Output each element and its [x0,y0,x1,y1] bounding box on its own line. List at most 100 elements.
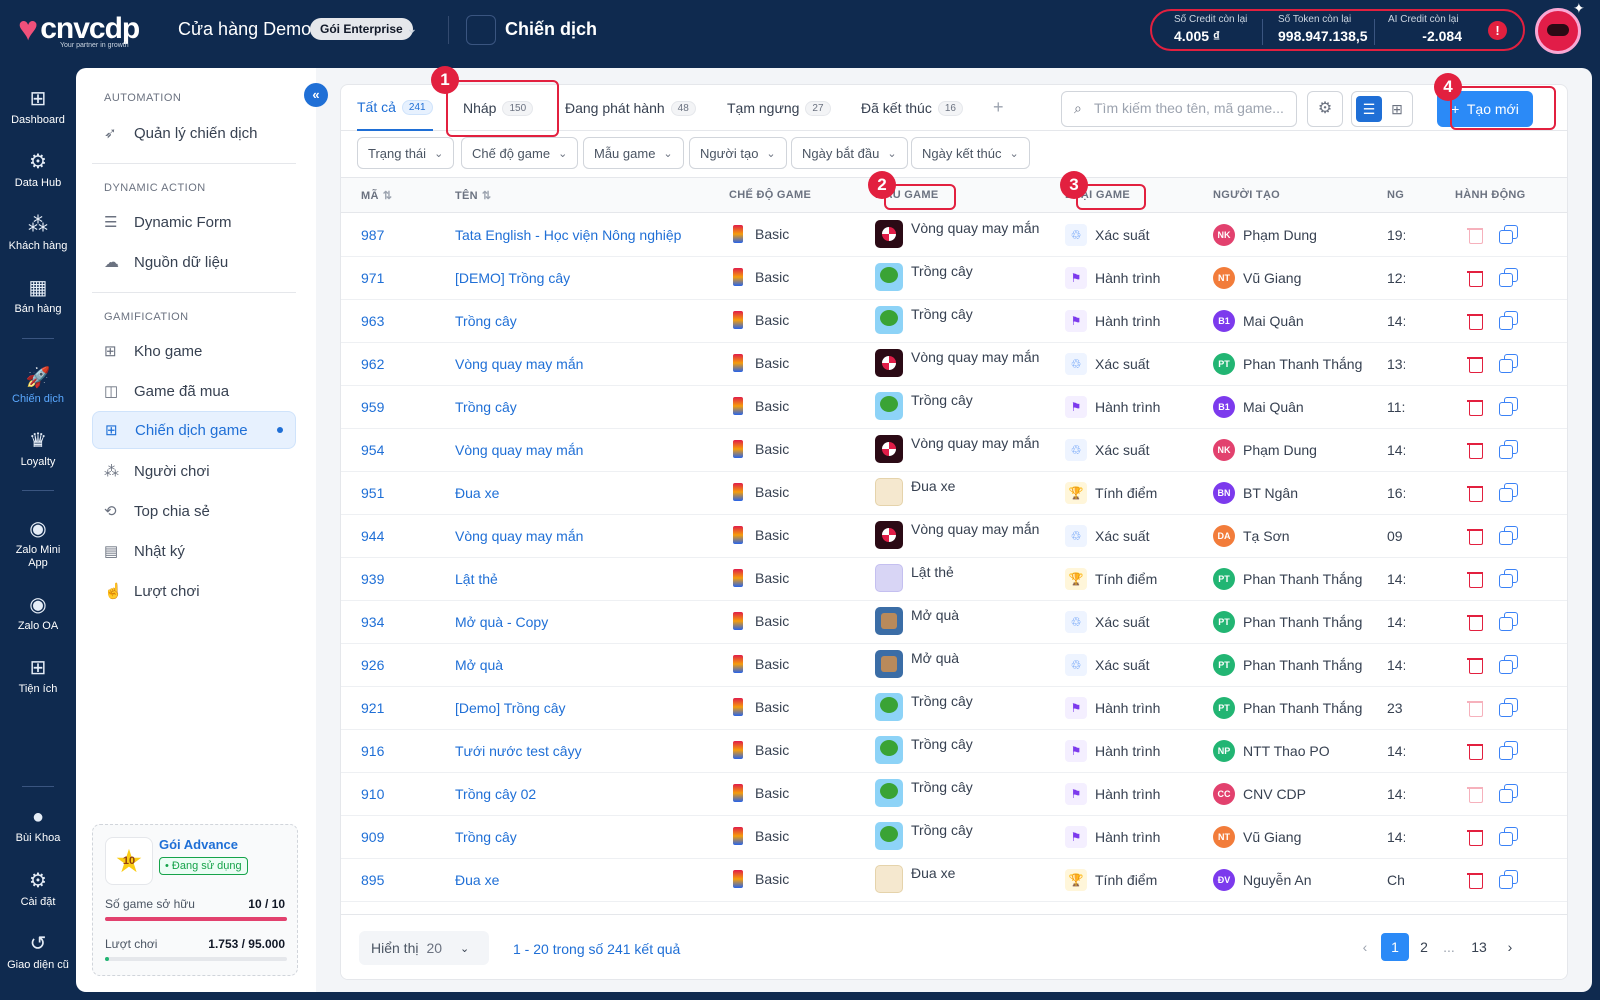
table-row[interactable]: 951 Đua xe Basic Đua xe 🏆 Tính điểm BN BT … [341,472,1567,515]
campaign-code[interactable]: 939 [361,571,384,587]
tab-published[interactable]: Đang phát hành 48 [565,85,696,131]
trash-icon[interactable] [1467,569,1485,589]
sidebar-item-game-campaigns[interactable]: ⊞ Chiến dịch game [92,411,296,449]
campaign-name-link[interactable]: Trồng cây [455,399,517,415]
trash-icon[interactable] [1467,741,1485,761]
sidebar-item-top-share[interactable]: ⟲ Top chia sẻ [92,492,296,530]
copy-icon[interactable] [1499,784,1519,804]
add-tab-icon[interactable]: + [993,97,1004,118]
campaign-name-link[interactable]: Tưới nước test câyy [455,743,582,759]
trash-icon[interactable] [1467,397,1485,417]
table-row[interactable]: 909 Trồng cây Basic Trồng cây ⚑ Hành trìn… [341,816,1567,859]
sidebar-item-data-source[interactable]: ☁ Nguồn dữ liệu [92,243,296,281]
trash-icon[interactable] [1467,268,1485,288]
info-icon[interactable]: ! [1488,21,1507,40]
tab-paused[interactable]: Tạm ngưng 27 [727,85,831,131]
campaign-name-link[interactable]: Mở quà - Copy [455,614,548,630]
campaign-name-link[interactable]: Đua xe [455,485,499,501]
nav-campaign[interactable]: 🚀 Chiến dịch [0,367,76,405]
col-name[interactable]: TÊN ⇅ [455,189,491,202]
trash-icon[interactable] [1467,483,1485,503]
trash-icon[interactable] [1467,311,1485,331]
campaign-name-link[interactable]: Trồng cây 02 [455,786,536,802]
next-page-icon[interactable]: › [1496,933,1524,961]
nav-utilities[interactable]: ⊞ Tiện ích [0,657,76,695]
grid-view-icon[interactable]: ⊞ [1384,96,1410,122]
nav-settings[interactable]: ⚙ Cài đặt [0,870,76,908]
campaign-code[interactable]: 971 [361,270,384,286]
campaign-code[interactable]: 954 [361,442,384,458]
trash-icon[interactable] [1467,612,1485,632]
nav-loyalty[interactable]: ♛ Loyalty [0,430,76,468]
copy-icon[interactable] [1499,225,1519,245]
sidebar-item-purchased-games[interactable]: ◫ Game đã mua [92,372,296,410]
table-row[interactable]: 934 Mở quà - Copy Basic Mở quà ♲ Xác suất… [341,601,1567,644]
table-row[interactable]: 971 [DEMO] Trồng cây Basic Trồng cây ⚑ Hà… [341,257,1567,300]
sidebar-item-players[interactable]: ⁂ Người chơi [92,452,296,490]
table-row[interactable]: 959 Trồng cây Basic Trồng cây ⚑ Hành trìn… [341,386,1567,429]
brand-logo[interactable]: ♥ cnvcdp Your partner in growth [18,12,140,49]
table-row[interactable]: 926 Mở quà Basic Mở quà ♲ Xác suất PT Phan… [341,644,1567,687]
copy-icon[interactable] [1499,440,1519,460]
nav-customers[interactable]: ⁂ Khách hàng [0,214,76,252]
copy-icon[interactable] [1499,741,1519,761]
copy-icon[interactable] [1499,870,1519,890]
campaign-code[interactable]: 921 [361,700,384,716]
package-name[interactable]: Gói Advance [159,837,238,852]
sidebar-item-campaign-management[interactable]: ➶ Quản lý chiến dịch [92,114,296,152]
campaign-code[interactable]: 909 [361,829,384,845]
prev-page-icon[interactable]: ‹ [1351,933,1379,961]
filter-template[interactable]: Mẫu game ⌄ [583,137,684,169]
sidebar-item-dynamic-form[interactable]: ☰ Dynamic Form [92,203,296,241]
page-button[interactable]: 13 [1465,933,1493,961]
campaign-code[interactable]: 951 [361,485,384,501]
table-row[interactable]: 962 Vòng quay may mắn Basic Vòng quay ma… [341,343,1567,386]
campaign-code[interactable]: 895 [361,872,384,888]
nav-zalo-oa[interactable]: ◉ Zalo OA [0,594,76,632]
trash-icon[interactable] [1467,698,1485,718]
page-button[interactable]: 1 [1381,933,1409,961]
table-row[interactable]: 910 Trồng cây 02 Basic Trồng cây ⚑ Hành t… [341,773,1567,816]
page-size-select[interactable]: Hiển thị 20 ⌄ [359,931,489,965]
campaign-name-link[interactable]: Trồng cây [455,313,517,329]
campaign-name-link[interactable]: Tata English - Học viện Nông nghiệp [455,227,681,243]
copy-icon[interactable] [1499,311,1519,331]
page-button[interactable]: 2 [1410,933,1438,961]
table-row[interactable]: 944 Vòng quay may mắn Basic Vòng quay ma… [341,515,1567,558]
tab-ended[interactable]: Đã kết thúc 16 [861,85,963,131]
trash-icon[interactable] [1467,870,1485,890]
sidebar-item-game-store[interactable]: ⊞ Kho game [92,332,296,370]
filter-status[interactable]: Trạng thái ⌄ [357,137,455,169]
table-settings-button[interactable]: ⚙ [1307,91,1343,127]
copy-icon[interactable] [1499,827,1519,847]
campaign-code[interactable]: 916 [361,743,384,759]
table-row[interactable]: 963 Trồng cây Basic Trồng cây ⚑ Hành trìn… [341,300,1567,343]
copy-icon[interactable] [1499,526,1519,546]
table-row[interactable]: 939 Lật thẻ Basic Lật thẻ 🏆 Tính điểm PT P… [341,558,1567,601]
campaign-name-link[interactable]: Trồng cây [455,829,517,845]
campaign-code[interactable]: 926 [361,657,384,673]
col-code[interactable]: MÃ ⇅ [361,189,392,202]
sidebar-item-log[interactable]: ▤ Nhật ký [92,532,296,570]
table-row[interactable]: 921 [Demo] Trồng cây Basic Trồng cây ⚑ Hà… [341,687,1567,730]
campaign-code[interactable]: 944 [361,528,384,544]
trash-icon[interactable] [1467,225,1485,245]
copy-icon[interactable] [1499,268,1519,288]
collapse-sidebar-button[interactable]: « [304,83,328,107]
table-row[interactable]: 987 Tata English - Học viện Nông nghiệp … [341,214,1567,257]
filter-start-date[interactable]: Ngày bắt đầu ⌄ [791,137,908,169]
campaign-name-link[interactable]: Vòng quay may mắn [455,442,583,458]
campaign-name-link[interactable]: Vòng quay may mắn [455,356,583,372]
filter-end-date[interactable]: Ngày kết thúc ⌄ [911,137,1030,169]
sidebar-item-plays[interactable]: ☝ Lượt chơi [92,572,296,610]
tab-all[interactable]: Tất cả 241 [357,85,433,131]
campaign-name-link[interactable]: [Demo] Trồng cây [455,700,566,716]
campaign-code[interactable]: 987 [361,227,384,243]
trash-icon[interactable] [1467,354,1485,374]
copy-icon[interactable] [1499,483,1519,503]
campaign-code[interactable]: 959 [361,399,384,415]
copy-icon[interactable] [1499,569,1519,589]
chevron-down-icon[interactable]: ⌄ [406,20,418,37]
copy-icon[interactable] [1499,354,1519,374]
filter-game-mode[interactable]: Chế độ game ⌄ [461,137,579,169]
